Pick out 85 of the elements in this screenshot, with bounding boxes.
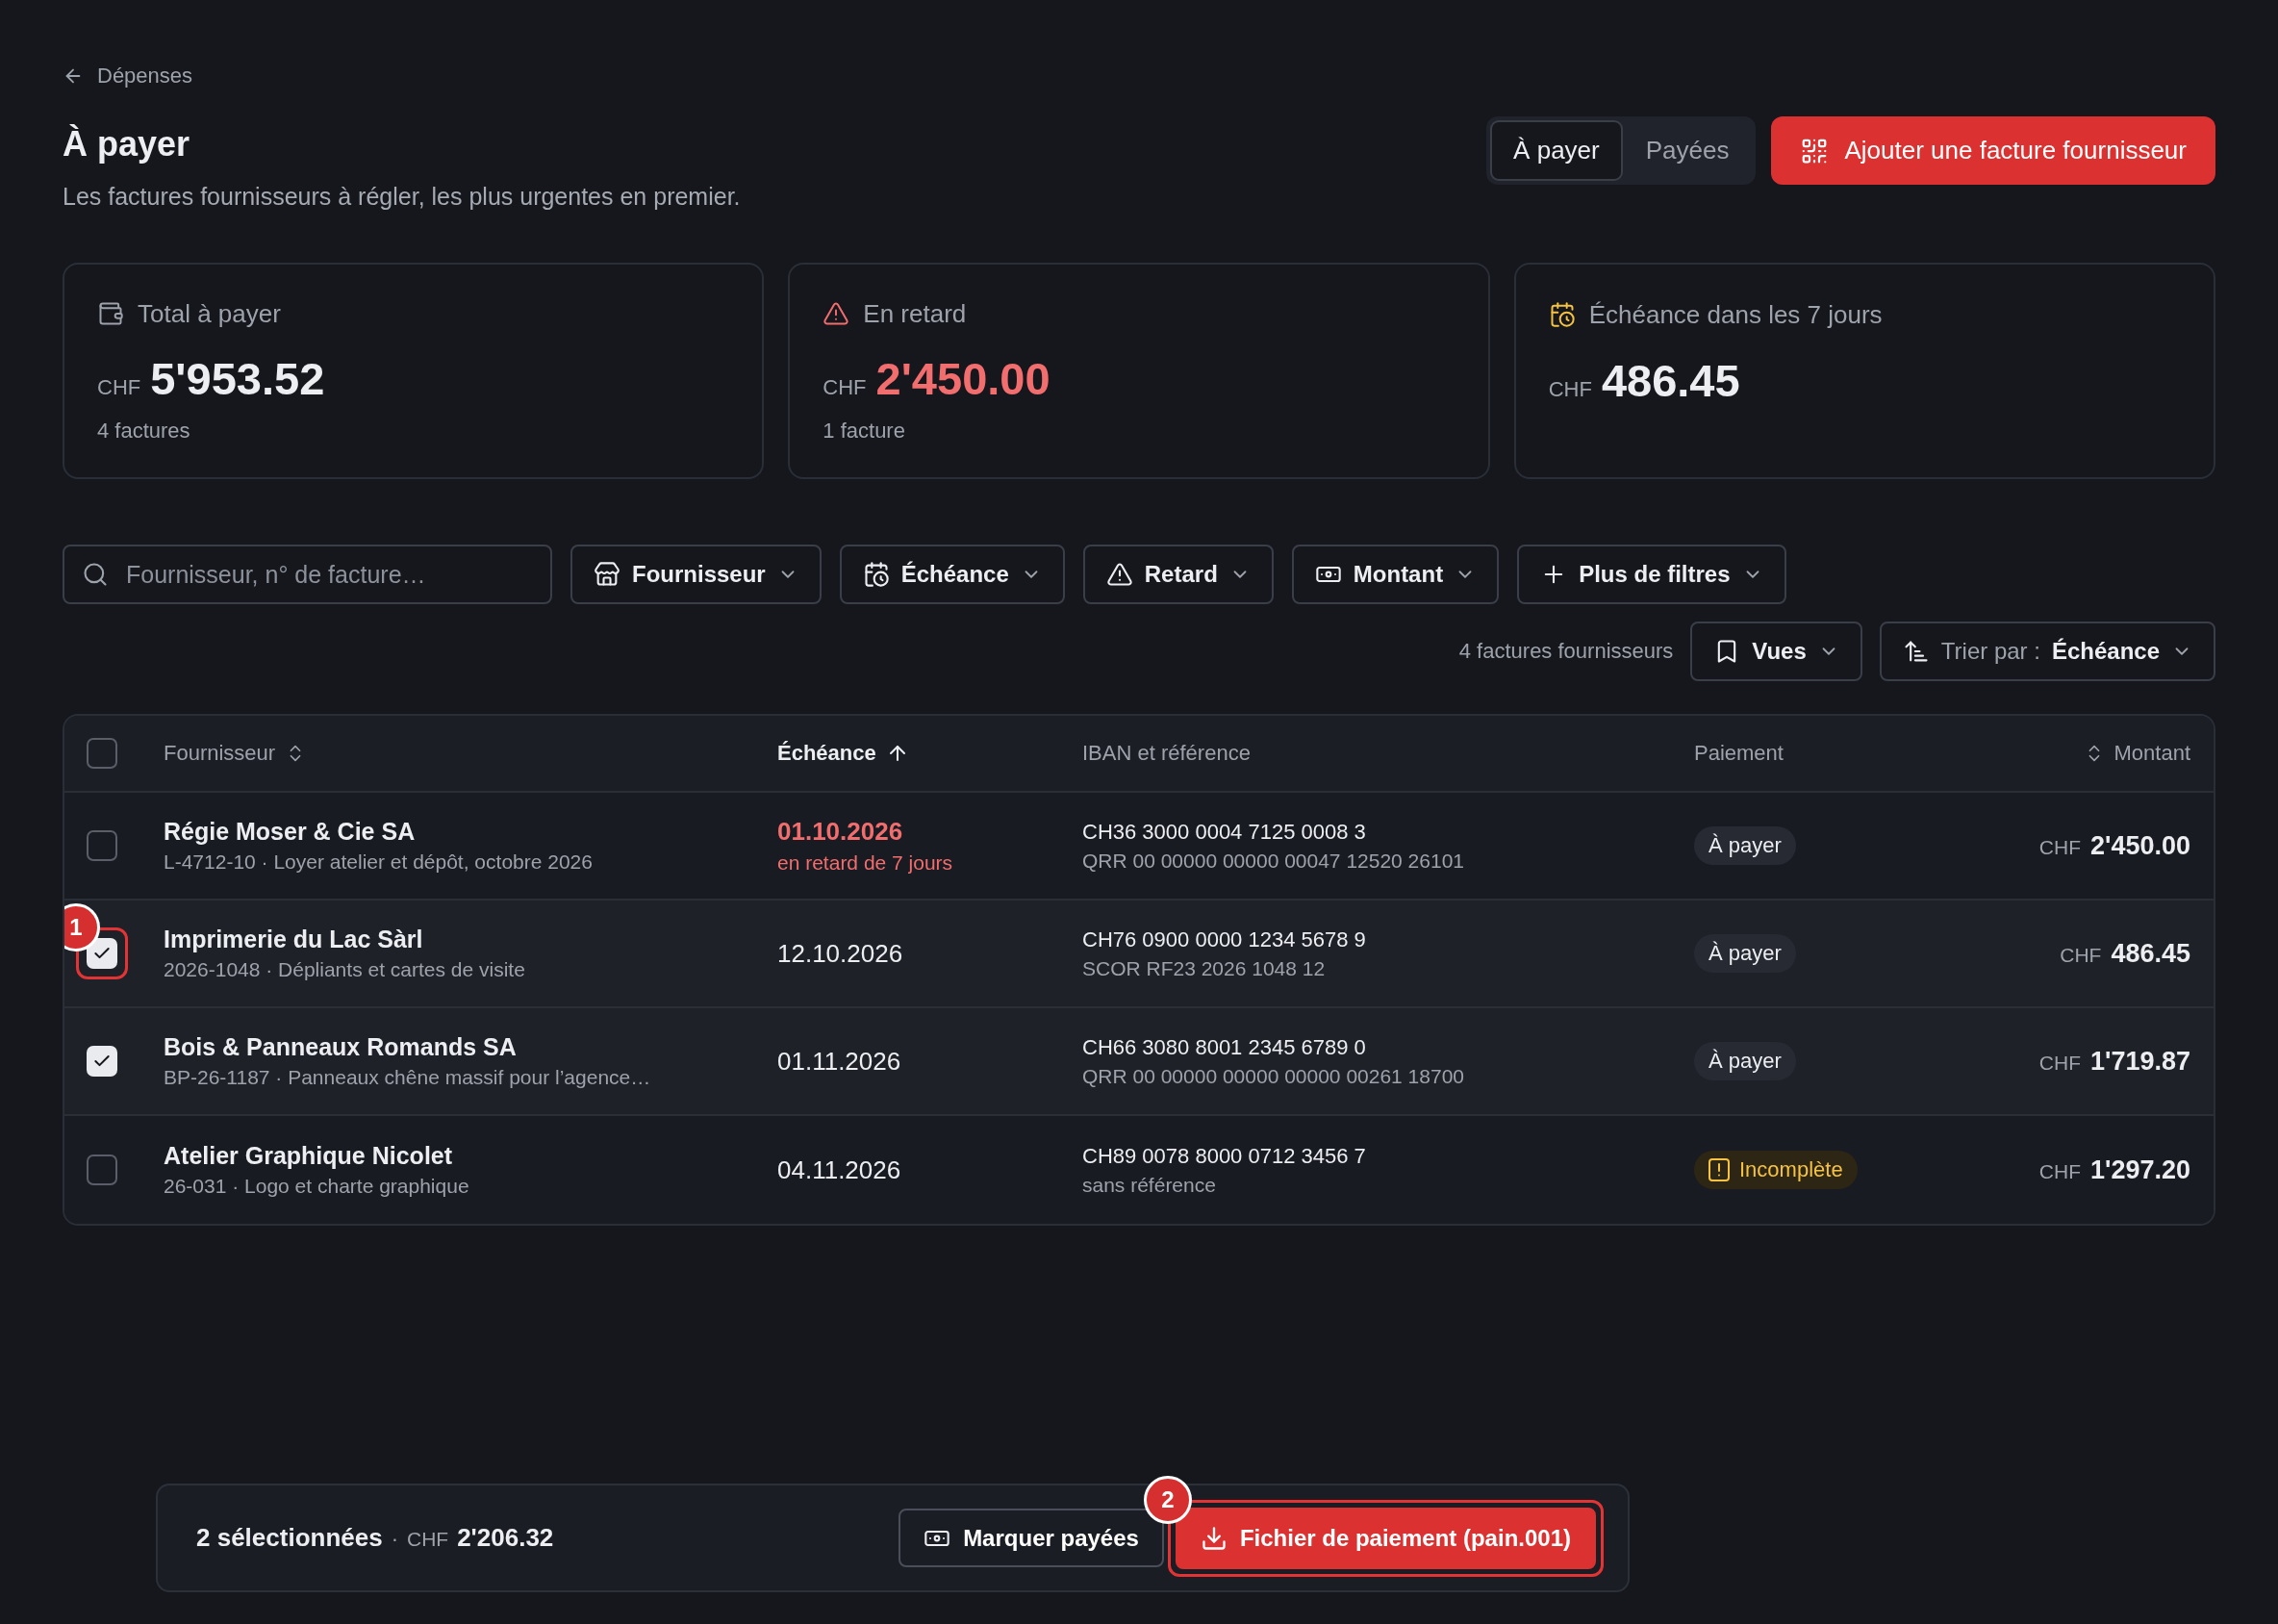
iban: CH76 0900 0000 1234 5678 9 [1082, 926, 1367, 952]
warning-icon [1105, 561, 1133, 588]
supplier-name: Bois & Panneaux Romands SA [164, 1033, 518, 1061]
stat-label: Total à payer [138, 298, 281, 329]
checkbox[interactable] [87, 1155, 117, 1185]
currency-label: CHF [2038, 835, 2081, 859]
page-title: À payer [63, 124, 191, 165]
due-date: 01.10.2026 [777, 817, 904, 847]
stat-value: 5'953.52 [150, 352, 325, 405]
file-alert-icon [1708, 1158, 1730, 1181]
amount: 1'719.87 [2089, 1046, 2190, 1077]
add-invoice-button[interactable]: Ajouter une facture fournisseur [1771, 116, 2215, 185]
currency-label: CHF [97, 375, 141, 400]
checkbox[interactable] [87, 738, 117, 769]
status-pill: Incomplète [1694, 1151, 1858, 1189]
currency-label: CHF [2060, 943, 2102, 967]
stat-label: En retard [863, 298, 967, 329]
column-header: IBAN et référence [1082, 741, 1251, 766]
due-date: 04.11.2026 [777, 1155, 902, 1185]
result-count: 4 factures fournisseurs [1458, 639, 1674, 664]
column-header[interactable]: Échéance [777, 741, 909, 766]
filter-dropdown[interactable]: Retard [1082, 545, 1274, 604]
invoice-row[interactable]: Bois & Panneaux Romands SA BP-26-1187 · Panneaux chêne massif pour l’agence… 01.11.2026 CH66 3080 8001 2345 6789 0 QRR 00 00000 00000 00000 00261 18700 À payer CHF 1'719.87 [64, 1008, 2214, 1116]
filter-dropdown[interactable]: Échéance [839, 545, 1065, 604]
warning-icon [823, 300, 850, 327]
status-pill: À payer [1694, 934, 1796, 973]
back-link[interactable]: Dépenses [63, 62, 193, 90]
checkbox[interactable] [87, 830, 117, 861]
currency-label: CHF [2038, 1051, 2081, 1075]
due-date: 12.10.2026 [777, 938, 904, 969]
due-date: 01.11.2026 [777, 1046, 902, 1077]
download-icon [1200, 1524, 1228, 1552]
invoice-row[interactable]: 1 Imprimerie du Lac Sàrl 2026-1048 · Dépliants et cartes de visite 12.10.2026 CH76 0900 0000 1234 5678 9 SCOR RF23 2026 1048 12 À payer CHF 486.45 [64, 901, 2214, 1008]
stat-value: 2'450.00 [875, 352, 1050, 405]
currency-label: CHF [1548, 377, 1592, 402]
column-header[interactable]: Montant [2083, 741, 2190, 766]
filter-dropdown[interactable]: Plus de filtres [1517, 545, 1786, 604]
supplier-name: Imprimerie du Lac Sàrl [164, 926, 424, 953]
payment-reference: sans référence [1082, 1173, 1217, 1197]
payment-reference: SCOR RF23 2026 1048 12 [1082, 956, 1327, 980]
iban: CH89 0078 8000 0712 3456 7 [1082, 1143, 1367, 1169]
amount: 486.45 [2111, 938, 2190, 969]
stat-label: Échéance dans les 7 jours [1588, 299, 1883, 330]
overdue-note: en retard de 7 jours [777, 851, 954, 875]
iban: CH36 3000 0004 7125 0008 3 [1082, 819, 1367, 845]
store-icon [594, 561, 620, 588]
separator-dot: · [391, 1527, 398, 1552]
views-dropdown[interactable]: Vues [1690, 622, 1862, 681]
wallet-icon [97, 300, 124, 327]
calendar-clock-icon [862, 561, 890, 588]
view-tab[interactable]: À payer [1490, 120, 1623, 181]
status-pill: À payer [1694, 826, 1796, 865]
stat-note: 1 facture [823, 419, 906, 444]
callout-badge: 2 [1143, 1475, 1192, 1524]
search-field[interactable]: Fournisseur, n° de facture… [63, 545, 552, 604]
selection-total: 2'206.32 [457, 1523, 554, 1553]
supplier-name: Régie Moser & Cie SA [164, 818, 417, 846]
column-header: Paiement [1694, 741, 1784, 766]
amount: 1'297.20 [2089, 1155, 2190, 1185]
invoice-details: BP-26-1187 · Panneaux chêne massif pour l’agence… [164, 1066, 652, 1089]
supplier-name: Atelier Graphique Nicolet [164, 1142, 454, 1170]
currency-label: CHF [823, 375, 867, 400]
currency-label: CHF [2038, 1159, 2081, 1183]
currency-label: CHF [407, 1528, 449, 1551]
view-tab[interactable]: Payées [1622, 120, 1753, 181]
mark-paid-button[interactable]: Marquer payées [899, 1509, 1164, 1567]
stat-value: 486.45 [1601, 354, 1740, 407]
filter-dropdown[interactable]: Fournisseur [570, 545, 822, 604]
invoice-details: L-4712-10 · Loyer atelier et dépôt, octobre 2026 [164, 850, 594, 874]
amount: 2'450.00 [2089, 830, 2190, 861]
filter-dropdown[interactable]: Montant [1291, 545, 1500, 604]
status-pill: À payer [1694, 1042, 1796, 1080]
page-subtitle: Les factures fournisseurs à régler, les plus urgentes en premier. [63, 182, 741, 211]
selection-count: 2 sélectionnées [196, 1523, 383, 1553]
invoice-details: 26-031 · Logo et charte graphique [164, 1175, 470, 1198]
search-icon [82, 561, 109, 588]
export-button[interactable]: Fichier de paiement (pain.001) [1175, 1507, 1596, 1569]
stat-note: 4 factures [97, 419, 191, 444]
column-header[interactable]: Fournisseur [164, 741, 307, 766]
payment-reference: QRR 00 00000 00000 00000 00261 18700 [1082, 1064, 1465, 1088]
iban: CH66 3080 8001 2345 6789 0 [1082, 1034, 1367, 1060]
invoice-details: 2026-1048 · Dépliants et cartes de visite [164, 958, 526, 981]
callout-badge: 1 [64, 903, 100, 952]
payment-reference: QRR 00 00000 00000 00047 12520 26101 [1082, 849, 1465, 873]
sort-dropdown[interactable]: Trier par : Échéance [1879, 622, 2215, 681]
